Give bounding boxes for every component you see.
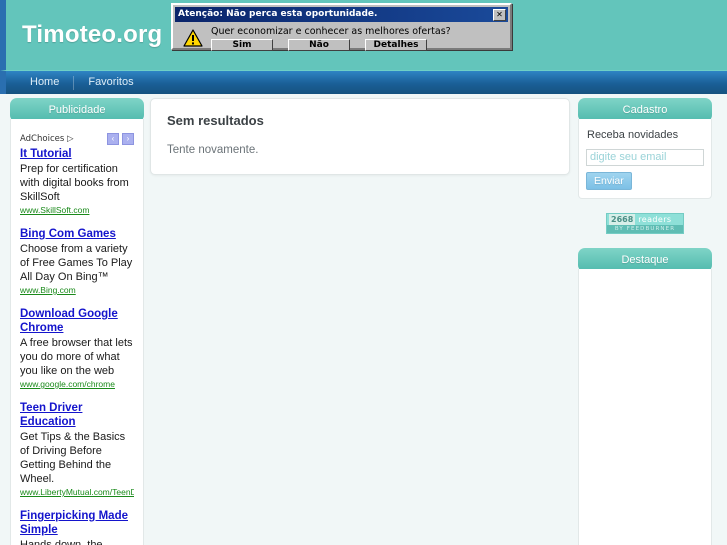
ad-title-link[interactable]: Bing Com Games: [20, 227, 134, 241]
feedburner-badge-top: 2668 readers: [607, 213, 683, 225]
chevron-right-icon[interactable]: ›: [122, 133, 134, 145]
list-item: It Tutorial Prep for certification with …: [18, 147, 136, 216]
reader-count: 2668: [609, 213, 636, 225]
adchoices-label[interactable]: AdChoices ▷: [20, 134, 74, 144]
list-item: Bing Com Games Choose from a variety of …: [18, 227, 136, 296]
empty-state-text: Tente novamente.: [167, 144, 259, 156]
nav-item-favoritos[interactable]: Favoritos: [74, 71, 147, 94]
adchoices-row: AdChoices ▷ ‹ ›: [18, 127, 136, 147]
ad-title-link[interactable]: Fingerpicking Made Simple: [20, 509, 134, 537]
ad-url-link[interactable]: www.SkillSoft.com: [20, 205, 134, 216]
ad-url-link[interactable]: www.Bing.com: [20, 285, 134, 296]
close-icon[interactable]: ✕: [493, 8, 506, 21]
results-card: Sem resultados Tente novamente.: [150, 98, 570, 175]
feedburner-badge[interactable]: 2668 readers BY FEEDBURNER: [606, 212, 684, 234]
highlight-panel-body: [578, 268, 712, 545]
ad-url-link[interactable]: www.LibertyMutual.com/TeenD...: [20, 487, 134, 498]
advertising-panel-body: AdChoices ▷ ‹ › It Tutorial Prep for cer…: [10, 119, 144, 545]
ad-title-link[interactable]: Teen Driver Education: [20, 401, 134, 429]
popup-body: Quer economizar e conhecer as melhores o…: [175, 24, 508, 51]
ad-description: Hands down, the easiest way to humiliate…: [20, 539, 103, 545]
main-content: Sem resultados Tente novamente.: [150, 98, 570, 175]
readers-label: readers: [638, 214, 672, 224]
feedburner-provider-label: BY FEEDBURNER: [607, 224, 683, 233]
popup-yes-button[interactable]: Sim: [211, 39, 273, 51]
site-title: Timoteo.org: [22, 21, 163, 48]
highlight-panel-heading: Destaque: [578, 247, 712, 272]
ad-title-link[interactable]: Download Google Chrome: [20, 307, 134, 335]
newsletter-label: Receba novidades: [587, 129, 679, 141]
popup-no-button[interactable]: Não: [288, 39, 350, 51]
list-item: Teen Driver Education Get Tips & the Bas…: [18, 401, 136, 498]
ad-description: A free browser that lets you do more of …: [20, 337, 133, 377]
list-item: Download Google Chrome A free browser th…: [18, 307, 136, 390]
ad-title-link[interactable]: It Tutorial: [20, 147, 134, 161]
feedburner-badge-wrap: 2668 readers BY FEEDBURNER: [578, 212, 712, 234]
chevron-left-icon[interactable]: ‹: [107, 133, 119, 145]
submit-button[interactable]: Enviar: [586, 171, 632, 190]
ad-description: Get Tips & the Basics of Driving Before …: [20, 431, 126, 485]
popup-button-group: Sim Não Detalhes: [211, 39, 427, 51]
main-navigation: Home Favoritos: [0, 70, 727, 94]
popup-dialog[interactable]: Atenção: Não perca esta oportunidade. ✕ …: [171, 3, 512, 51]
popup-title: Atenção: Não perca esta oportunidade.: [178, 9, 378, 19]
list-item: Fingerpicking Made Simple Hands down, th…: [18, 509, 136, 545]
email-field[interactable]: [586, 148, 704, 166]
page-root: Timoteo.org Atenção: Não perca esta opor…: [0, 0, 727, 545]
left-sidebar: Publicidade AdChoices ▷ ‹ › It Tutorial …: [10, 98, 144, 545]
ad-pager: ‹ ›: [107, 133, 134, 145]
warning-triangle-icon: [183, 29, 203, 47]
page-title: Sem resultados: [167, 113, 264, 128]
ad-description: Choose from a variety of Free Games To P…: [20, 243, 133, 283]
signup-panel-body: Receba novidades Enviar: [578, 119, 712, 199]
nav-item-home[interactable]: Home: [16, 71, 73, 94]
ad-description: Prep for certification with digital book…: [20, 163, 129, 203]
ad-url-link[interactable]: www.google.com/chrome: [20, 379, 134, 390]
popup-titlebar: Atenção: Não perca esta oportunidade. ✕: [175, 7, 508, 22]
popup-details-button[interactable]: Detalhes: [365, 39, 427, 51]
popup-message: Quer economizar e conhecer as melhores o…: [211, 26, 451, 37]
right-sidebar: Cadastro Receba novidades Enviar 2668 re…: [578, 98, 712, 545]
